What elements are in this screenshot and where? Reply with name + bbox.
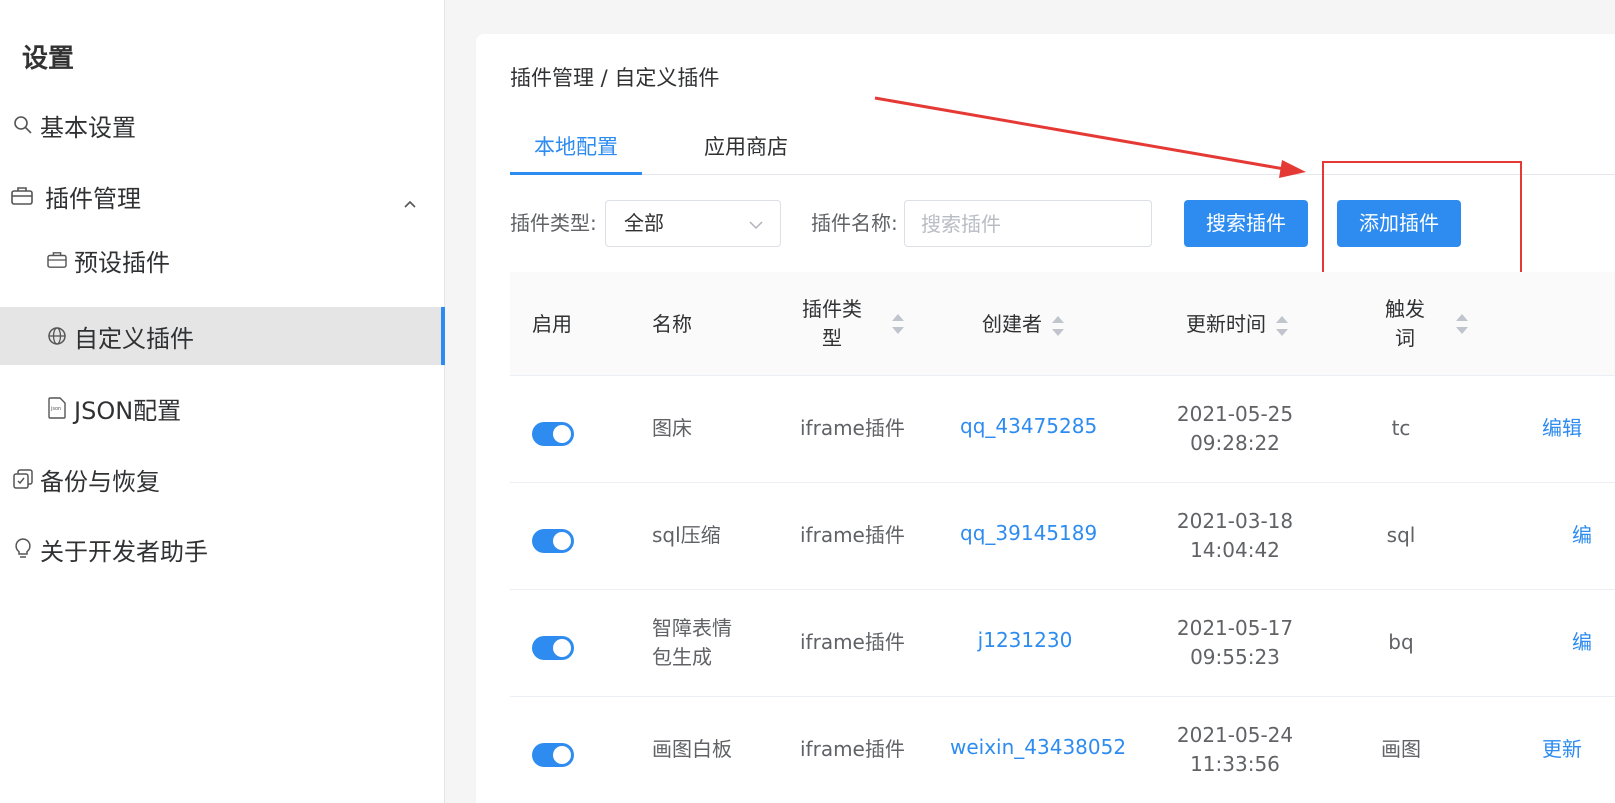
cell-trigger: tc — [1391, 416, 1411, 440]
cell-name: sql压缩 — [652, 523, 721, 547]
enable-toggle[interactable] — [532, 743, 574, 767]
cell-date: 2021-05-17 — [1176, 616, 1294, 640]
cell-time: 09:55:23 — [1190, 645, 1280, 669]
cell-trigger: bq — [1388, 630, 1414, 654]
sidebar: 设置 基本设置 插件管理 预设插件 自定义插件 json JSON配置 备份与恢… — [0, 0, 445, 803]
plugin-type-label: 插件类型: — [510, 211, 597, 235]
briefcase-icon — [46, 249, 68, 271]
lightbulb-icon — [12, 538, 34, 560]
plugin-table: 启用 名称 插件类 型 创建者 更新时间 触发 词 图床 iframe插件 qq… — [510, 272, 1615, 803]
svg-text:json: json — [50, 406, 61, 412]
edit-link[interactable]: 编 — [1572, 521, 1592, 550]
column-header-trigger-line1: 触发 — [1385, 297, 1425, 321]
sidebar-item-label: 自定义插件 — [74, 324, 194, 353]
cell-trigger: 画图 — [1381, 737, 1421, 761]
sidebar-item-label: 插件管理 — [45, 184, 141, 213]
sidebar-item-label: 预设插件 — [74, 248, 170, 277]
plugin-search-input[interactable] — [904, 200, 1152, 247]
cell-date: 2021-05-24 — [1176, 723, 1294, 747]
cell-time: 14:04:42 — [1190, 538, 1280, 562]
sort-icon[interactable] — [1276, 315, 1288, 337]
cell-type: iframe插件 — [800, 630, 905, 654]
edit-link[interactable]: 编辑 — [1542, 414, 1582, 443]
chevron-up-icon[interactable] — [403, 187, 417, 215]
column-header-trigger[interactable]: 触发 词 — [1384, 295, 1426, 353]
sidebar-item-label: 备份与恢复 — [40, 467, 160, 496]
sidebar-item-label: 基本设置 — [40, 113, 136, 142]
annotation-highlight-box — [1322, 161, 1522, 274]
tab-local-config[interactable]: 本地配置 — [510, 129, 642, 175]
sidebar-item-preset-plugins[interactable]: 预设插件 — [0, 231, 445, 289]
cell-type: iframe插件 — [800, 523, 905, 547]
search-icon — [12, 114, 34, 136]
sidebar-item-label: JSON配置 — [74, 396, 182, 425]
table-row: 画图白板 iframe插件 weixin_43438052 2021-05-24… — [510, 697, 1615, 803]
cell-creator-link[interactable]: qq_39145189 — [960, 519, 1097, 548]
cell-creator-link[interactable]: qq_43475285 — [960, 412, 1097, 441]
sidebar-title: 设置 — [22, 44, 75, 74]
column-header-trigger-line2: 词 — [1395, 326, 1415, 350]
column-header-type-line1: 插件类 — [802, 297, 862, 321]
column-header-enabled: 启用 — [532, 312, 572, 336]
update-link[interactable]: 更新 — [1542, 735, 1582, 764]
edit-link[interactable]: 编 — [1572, 628, 1592, 657]
cell-date: 2021-05-25 — [1176, 402, 1294, 426]
cell-updated: 2021-05-24 11:33:56 — [1170, 721, 1300, 779]
table-header: 启用 名称 插件类 型 创建者 更新时间 触发 词 — [510, 272, 1615, 376]
chevron-down-icon — [748, 201, 764, 246]
cell-type: iframe插件 — [800, 737, 905, 761]
table-row: 图床 iframe插件 qq_43475285 2021-05-25 09:28… — [510, 376, 1615, 483]
cell-updated: 2021-03-18 14:04:42 — [1170, 507, 1300, 565]
briefcase-icon — [11, 185, 33, 207]
column-header-name: 名称 — [652, 312, 692, 336]
column-header-type-line2: 型 — [822, 326, 842, 350]
sidebar-item-backup-restore[interactable]: 备份与恢复 — [0, 450, 445, 508]
column-header-updated-label: 更新时间 — [1186, 312, 1266, 336]
sort-icon[interactable] — [1456, 313, 1468, 335]
enable-toggle[interactable] — [532, 529, 574, 553]
cell-creator-link[interactable]: weixin_43438052 — [950, 733, 1126, 762]
cell-name-line2: 包生成 — [652, 645, 712, 669]
sidebar-item-json-config[interactable]: json JSON配置 — [0, 379, 445, 437]
globe-icon — [46, 325, 68, 347]
cell-updated: 2021-05-25 09:28:22 — [1170, 400, 1300, 458]
column-header-updated[interactable]: 更新时间 — [1186, 310, 1288, 339]
table-row: 智障表情 包生成 iframe插件 j1231230 2021-05-17 09… — [510, 590, 1615, 697]
cell-trigger: sql — [1386, 523, 1416, 547]
search-plugin-button[interactable]: 搜索插件 — [1184, 200, 1308, 247]
sidebar-item-about[interactable]: 关于开发者助手 — [0, 520, 445, 578]
cell-name: 智障表情 包生成 — [652, 614, 732, 672]
cell-date: 2021-03-18 — [1176, 509, 1294, 533]
plugin-name-label: 插件名称: — [811, 211, 898, 235]
tab-app-store[interactable]: 应用商店 — [680, 129, 812, 175]
cell-name: 画图白板 — [652, 737, 732, 761]
sidebar-item-custom-plugins[interactable]: 自定义插件 — [0, 307, 445, 365]
sidebar-item-label: 关于开发者助手 — [40, 537, 208, 566]
plugin-type-value: 全部 — [624, 211, 664, 235]
sort-icon[interactable] — [892, 313, 904, 335]
json-file-icon: json — [46, 397, 68, 419]
enable-toggle[interactable] — [532, 422, 574, 446]
cell-type: iframe插件 — [800, 416, 905, 440]
backup-icon — [12, 468, 34, 490]
column-header-creator-label: 创建者 — [982, 312, 1042, 336]
plugin-type-select[interactable]: 全部 — [605, 200, 781, 247]
sidebar-item-plugin-management[interactable]: 插件管理 — [0, 167, 445, 225]
column-header-type[interactable]: 插件类 型 — [802, 295, 862, 353]
table-row: sql压缩 iframe插件 qq_39145189 2021-03-18 14… — [510, 483, 1615, 590]
cell-name-line1: 智障表情 — [652, 616, 732, 640]
sort-icon[interactable] — [1052, 315, 1064, 337]
sidebar-item-basic-settings[interactable]: 基本设置 — [0, 96, 445, 154]
cell-time: 09:28:22 — [1190, 431, 1280, 455]
enable-toggle[interactable] — [532, 636, 574, 660]
main-card: 插件管理 / 自定义插件 本地配置 应用商店 插件类型: 全部 插件名称: 搜索… — [476, 34, 1615, 803]
column-header-creator[interactable]: 创建者 — [982, 310, 1064, 339]
breadcrumb: 插件管理 / 自定义插件 — [510, 66, 720, 90]
cell-name: 图床 — [652, 416, 692, 440]
cell-updated: 2021-05-17 09:55:23 — [1170, 614, 1300, 672]
cell-creator-link[interactable]: j1231230 — [960, 626, 1090, 655]
cell-time: 11:33:56 — [1190, 752, 1280, 776]
